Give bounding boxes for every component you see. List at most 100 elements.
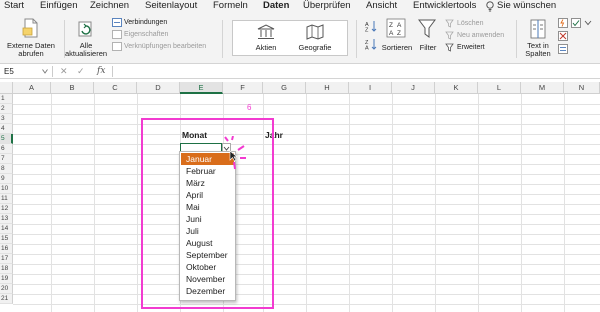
- grid-line: [13, 274, 600, 275]
- svg-text:A: A: [365, 46, 369, 51]
- column-header[interactable]: J: [392, 82, 435, 94]
- row-header[interactable]: 12: [0, 204, 13, 214]
- consolidate-icon[interactable]: [558, 44, 568, 54]
- tab-daten[interactable]: Daten: [263, 0, 290, 16]
- dropdown-option[interactable]: Dezember: [181, 285, 234, 297]
- remove-duplicates-icon[interactable]: [558, 31, 568, 41]
- row-header[interactable]: 18: [0, 264, 13, 274]
- row-header-selected[interactable]: 5: [0, 134, 13, 144]
- row-header[interactable]: 17: [0, 254, 13, 264]
- ribbon-separator: [516, 20, 517, 58]
- tab-einfuegen[interactable]: Einfügen: [40, 0, 78, 14]
- row-header[interactable]: 20: [0, 284, 13, 294]
- tab-formeln[interactable]: Formeln: [213, 0, 248, 14]
- grid-line: [13, 294, 600, 295]
- sort-icon[interactable]: Z A A Z: [386, 18, 406, 38]
- chevron-down-icon[interactable]: [42, 69, 48, 74]
- dropdown-option[interactable]: April: [181, 189, 234, 201]
- column-header[interactable]: F: [223, 82, 263, 94]
- column-header[interactable]: N: [564, 82, 600, 94]
- get-external-data-icon[interactable]: [22, 18, 40, 38]
- column-header[interactable]: L: [478, 82, 521, 94]
- column-header[interactable]: C: [94, 82, 137, 94]
- dropdown-option[interactable]: Oktober: [181, 261, 234, 273]
- filter-icon[interactable]: [418, 19, 436, 39]
- column-header[interactable]: H: [306, 82, 349, 94]
- column-header[interactable]: B: [51, 82, 94, 94]
- select-all-corner[interactable]: [0, 82, 13, 94]
- dropdown-option[interactable]: November: [181, 273, 234, 285]
- reapply-button[interactable]: Neu anwenden: [457, 31, 504, 40]
- row-header[interactable]: 4: [0, 124, 13, 134]
- row-header[interactable]: 2: [0, 104, 13, 114]
- dropdown-option[interactable]: August: [181, 237, 234, 249]
- row-header[interactable]: 9: [0, 174, 13, 184]
- filter-button[interactable]: Filter: [414, 44, 442, 52]
- grid-line: [13, 114, 600, 115]
- column-header[interactable]: M: [521, 82, 564, 94]
- svg-text:Z: Z: [365, 28, 369, 33]
- reapply-icon: [445, 31, 454, 40]
- row-header[interactable]: 19: [0, 274, 13, 284]
- tab-entwicklertools[interactable]: Entwicklertools: [413, 0, 476, 14]
- text-to-columns-icon[interactable]: [530, 19, 546, 39]
- insert-function-button[interactable]: fx: [97, 65, 105, 78]
- flash-fill-icon[interactable]: [558, 18, 568, 28]
- chevron-down-icon[interactable]: [584, 20, 592, 26]
- row-header[interactable]: 7: [0, 154, 13, 164]
- row-header[interactable]: 14: [0, 224, 13, 234]
- dropdown-option[interactable]: Juli: [181, 225, 234, 237]
- tab-zeichnen[interactable]: Zeichnen: [90, 0, 129, 14]
- grid-line: [13, 154, 600, 155]
- grid-line: [13, 174, 600, 175]
- refresh-all-icon[interactable]: [76, 20, 94, 38]
- name-box[interactable]: E5: [2, 66, 46, 77]
- dropdown-option[interactable]: März: [181, 177, 234, 189]
- column-header-selected[interactable]: E: [180, 82, 223, 94]
- advanced-filter-button[interactable]: Erweitert: [457, 43, 485, 52]
- row-header[interactable]: 1: [0, 94, 13, 104]
- row-header[interactable]: 11: [0, 194, 13, 204]
- row-header[interactable]: 21: [0, 294, 13, 304]
- formula-bar: E5 ✕ ✓ fx: [0, 64, 600, 79]
- sort-az-icon[interactable]: A Z: [365, 20, 377, 32]
- row-header[interactable]: 3: [0, 114, 13, 124]
- refresh-all-button[interactable]: Alle aktualisieren: [62, 42, 110, 58]
- text-to-columns-button[interactable]: Text in Spalten: [522, 42, 554, 58]
- column-header[interactable]: K: [435, 82, 478, 94]
- sort-button[interactable]: Sortieren: [380, 44, 414, 52]
- stocks-button[interactable]: Aktien: [246, 44, 286, 52]
- tab-ansicht[interactable]: Ansicht: [366, 0, 397, 14]
- connections-button[interactable]: Verbindungen: [124, 18, 167, 27]
- column-header[interactable]: I: [349, 82, 392, 94]
- tab-ueberpruefen[interactable]: Überprüfen: [303, 0, 351, 14]
- get-external-data-button[interactable]: Externe Daten abrufen: [2, 42, 60, 58]
- grid-line: [13, 264, 600, 265]
- row-header[interactable]: 8: [0, 164, 13, 174]
- row-header[interactable]: 13: [0, 214, 13, 224]
- row-header[interactable]: 6: [0, 144, 13, 154]
- row-header[interactable]: 15: [0, 234, 13, 244]
- properties-button[interactable]: Eigenschaften: [124, 30, 168, 39]
- column-header[interactable]: A: [13, 82, 51, 94]
- tell-me-search[interactable]: Sie wünschen: [497, 0, 556, 14]
- column-header[interactable]: G: [263, 82, 306, 94]
- data-validation-icon[interactable]: [571, 18, 581, 28]
- tab-seitenlayout[interactable]: Seitenlayout: [145, 0, 197, 14]
- sort-za-icon[interactable]: Z A: [365, 38, 377, 50]
- dropdown-option[interactable]: Mai: [181, 201, 234, 213]
- dropdown-option[interactable]: Juni: [181, 213, 234, 225]
- stocks-icon[interactable]: [257, 24, 275, 40]
- edit-links-button[interactable]: Verknüpfungen bearbeiten: [124, 42, 206, 51]
- dropdown-option[interactable]: September: [181, 249, 234, 261]
- grid-line: [13, 204, 600, 205]
- tab-start[interactable]: Start: [4, 0, 24, 14]
- cancel-button[interactable]: ✕: [60, 65, 68, 78]
- geography-icon[interactable]: [306, 24, 324, 40]
- column-header[interactable]: D: [137, 82, 180, 94]
- geography-button[interactable]: Geografie: [294, 44, 336, 52]
- row-header[interactable]: 10: [0, 184, 13, 194]
- confirm-button[interactable]: ✓: [77, 65, 85, 78]
- clear-filter-button[interactable]: Löschen: [457, 19, 483, 28]
- row-header[interactable]: 16: [0, 244, 13, 254]
